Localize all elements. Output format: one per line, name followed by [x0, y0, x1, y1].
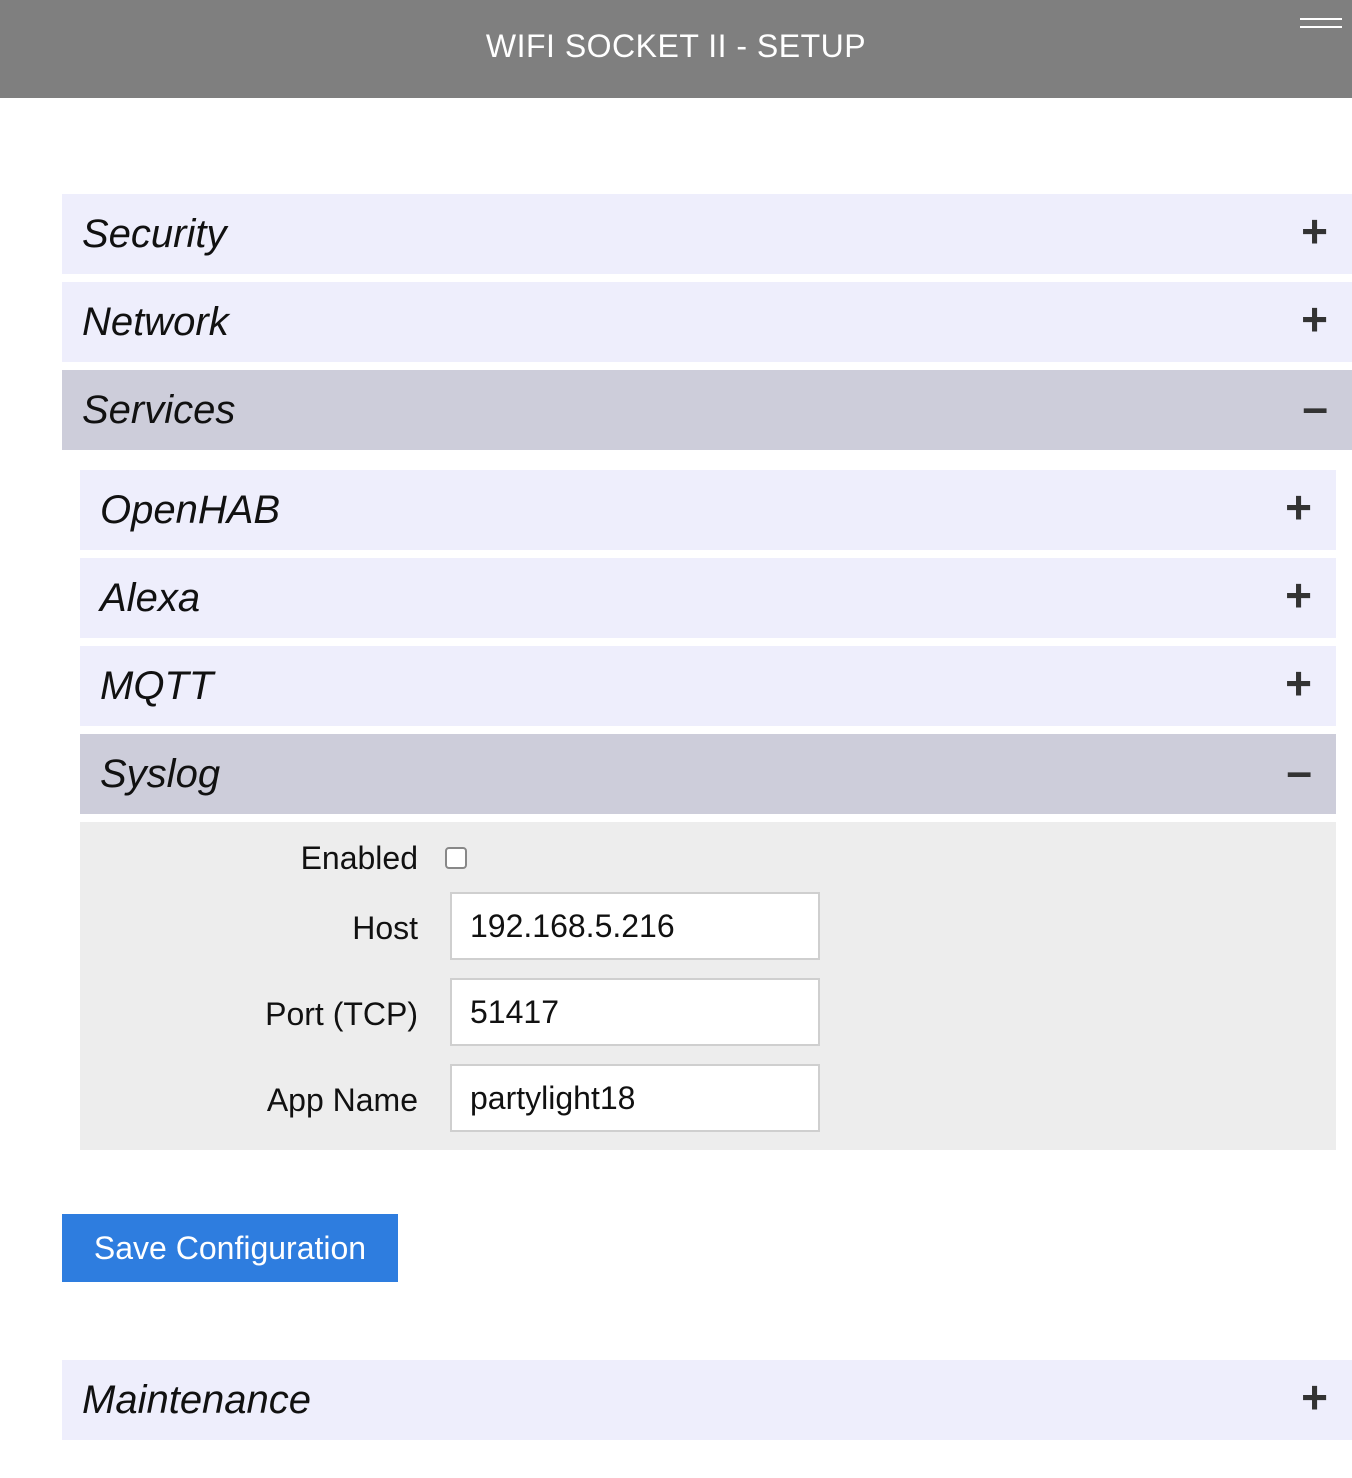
subsection-mqtt-label: MQTT [100, 664, 214, 708]
port-label: Port (TCP) [265, 996, 418, 1032]
section-network-label: Network [82, 300, 229, 344]
section-services-header[interactable]: Services – [62, 370, 1352, 450]
section-security-header[interactable]: Security + [62, 194, 1352, 274]
page-title: WIFI SOCKET II - SETUP [485, 28, 867, 64]
subsection-alexa-label: Alexa [100, 576, 201, 620]
expand-plus-icon: + [1285, 569, 1312, 621]
subsection-syslog-header[interactable]: Syslog – [80, 734, 1336, 814]
section-maintenance-label: Maintenance [82, 1378, 312, 1422]
collapse-minus-icon: – [1302, 381, 1328, 433]
section-services-label: Services [82, 388, 236, 432]
hamburger-icon[interactable] [1300, 14, 1342, 34]
subsection-mqtt-header[interactable]: MQTT + [80, 646, 1336, 726]
section-network-header[interactable]: Network + [62, 282, 1352, 362]
subsection-alexa-header[interactable]: Alexa + [80, 558, 1336, 638]
menu-line [1300, 26, 1342, 28]
subsection-syslog-label: Syslog [100, 752, 221, 796]
port-input[interactable] [450, 978, 820, 1046]
section-security-label: Security [82, 212, 227, 256]
syslog-settings-panel: Enabled Host Port (TCP) App Name [80, 822, 1336, 1150]
collapse-minus-icon: – [1286, 745, 1312, 797]
section-maintenance-header[interactable]: Maintenance + [62, 1360, 1352, 1440]
subsection-openhab-header[interactable]: OpenHAB + [80, 470, 1336, 550]
expand-plus-icon: + [1285, 481, 1312, 533]
app-name-label: App Name [266, 1082, 418, 1118]
host-input[interactable] [450, 892, 820, 960]
enabled-checkbox[interactable] [445, 847, 467, 869]
expand-plus-icon: + [1301, 205, 1328, 257]
expand-plus-icon: + [1301, 1371, 1328, 1423]
app-name-input[interactable] [450, 1064, 820, 1132]
expand-plus-icon: + [1285, 657, 1312, 709]
subsection-openhab-label: OpenHAB [100, 488, 281, 532]
enabled-label: Enabled [300, 840, 418, 876]
host-label: Host [352, 910, 418, 946]
top-bar: WIFI SOCKET II - SETUP [0, 0, 1352, 98]
expand-plus-icon: + [1301, 293, 1328, 345]
menu-line [1300, 18, 1342, 20]
save-configuration-button[interactable]: Save Configuration [62, 1214, 398, 1282]
